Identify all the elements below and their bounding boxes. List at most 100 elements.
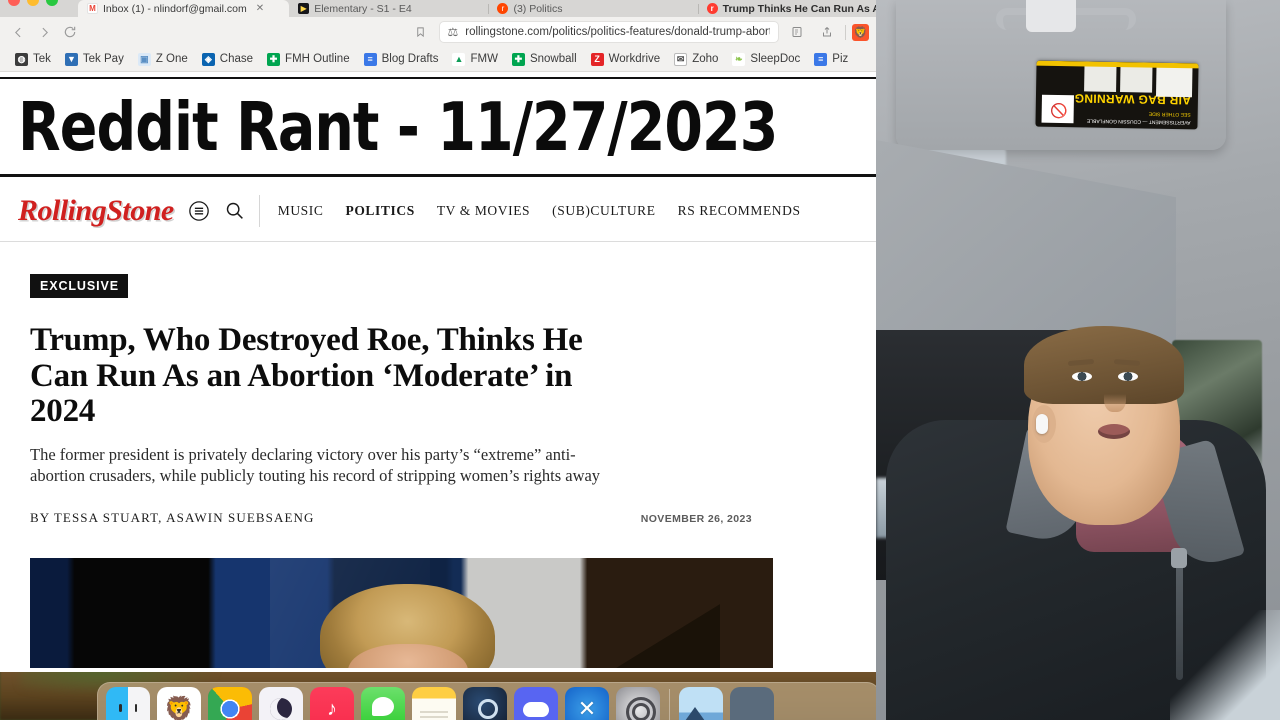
maximize-window-button[interactable] <box>46 0 58 6</box>
leaf-icon: ❧ <box>732 52 746 66</box>
dock-item-steam[interactable] <box>463 687 507 720</box>
share-icon[interactable] <box>815 20 839 44</box>
docs-icon: ≡ <box>363 52 377 66</box>
article-byline[interactable]: BY TESSA STUART, ASAWIN SUEBSAENG <box>30 510 315 526</box>
chase-icon: ◈ <box>201 52 215 66</box>
macos-dock: 🦁 ♪ <box>97 682 880 720</box>
bookmark-item-fmh-outline[interactable]: ✚ FMH Outline <box>260 52 357 66</box>
browser-tab-elementary[interactable]: ▶ Elementary - S1 - E4 <box>289 0 488 17</box>
bookmark-item-tek[interactable]: ◍ Tek <box>8 52 58 66</box>
video-title-overlay: Reddit Rant - 11/27/2023 <box>0 77 877 177</box>
bookmark-label: Chase <box>219 53 254 65</box>
nav-item-subculture[interactable]: (SUB)CULTURE <box>552 203 655 219</box>
dock-item-music[interactable]: ♪ <box>310 687 354 720</box>
bookmark-item-tek-pay[interactable]: ▼ Tek Pay <box>58 52 131 66</box>
minimize-window-button[interactable] <box>27 0 39 6</box>
nav-item-music[interactable]: MUSIC <box>278 203 324 219</box>
dock-item-arc[interactable] <box>259 687 303 720</box>
shield-icon: ▼ <box>64 52 78 66</box>
tab-strip: M Inbox (1) - nlindorf@gmail.com ✕ ▶ Ele… <box>0 0 877 17</box>
browser-tab-politics[interactable]: r (3) Politics <box>488 0 697 17</box>
screen-root: M Inbox (1) - nlindorf@gmail.com ✕ ▶ Ele… <box>0 0 1280 720</box>
gmail-icon: M <box>87 3 98 14</box>
bookmark-label: FMW <box>470 53 498 65</box>
drive-icon: ▲ <box>452 52 466 66</box>
visor-clip <box>1026 0 1076 32</box>
plus-icon: ✚ <box>267 52 281 66</box>
dock-item-photos[interactable] <box>679 687 723 720</box>
bookmark-item-piz[interactable]: ≡ Piz <box>807 52 855 66</box>
bookmark-item-z-one[interactable]: ▣ Z One <box>131 52 195 66</box>
close-window-button[interactable] <box>8 0 20 6</box>
plus-icon: ✚ <box>511 52 525 66</box>
browser-tab-gmail[interactable]: M Inbox (1) - nlindorf@gmail.com ✕ <box>78 0 290 17</box>
bookmark-label: Tek Pay <box>82 53 124 65</box>
docs-icon: ≡ <box>814 52 828 66</box>
reddit-icon: r <box>497 3 509 14</box>
bookmark-item-sleepdoc[interactable]: ❧ SleepDoc <box>725 52 807 66</box>
person-jacket-zipper-pull <box>1171 548 1187 568</box>
bookmark-icon[interactable] <box>409 20 433 44</box>
dock-item-messages[interactable] <box>361 687 405 720</box>
warning-stripe <box>1036 60 1199 69</box>
reddit-icon: r <box>706 3 718 14</box>
dock-item-xcode[interactable] <box>565 687 609 720</box>
address-bar[interactable]: ⚖ rollingstone.com/politics/politics-fea… <box>438 21 779 43</box>
person-eye-right <box>1118 372 1138 381</box>
rolling-stone-logo[interactable]: RollingStone <box>18 194 174 228</box>
airpod-icon <box>1036 414 1048 434</box>
bookmark-item-workdrive[interactable]: Z Workdrive <box>584 52 668 66</box>
reader-icon[interactable] <box>785 20 809 44</box>
search-icon[interactable] <box>224 200 245 221</box>
car-sun-visor: AVERTISSEMENT — COUSSIN GONFLABLE SEE OT… <box>896 0 1226 150</box>
forward-arrow-icon[interactable] <box>32 20 56 44</box>
bookmark-item-blog-drafts[interactable]: ≡ Blog Drafts <box>357 52 446 66</box>
mail-icon: ✉ <box>674 52 688 66</box>
nav-item-politics[interactable]: POLITICS <box>345 203 414 219</box>
bookmark-item-snowball[interactable]: ✚ Snowball <box>505 52 584 66</box>
dock-item-finder[interactable] <box>106 687 150 720</box>
toolbar-divider <box>845 24 846 40</box>
dock-item-chrome[interactable] <box>208 687 252 720</box>
webcam-overlay: AVERTISSEMENT — COUSSIN GONFLABLE SEE OT… <box>876 0 1280 720</box>
bookmark-item-chase[interactable]: ◈ Chase <box>195 52 260 66</box>
bookmark-item-fmw[interactable]: ▲ FMW <box>445 52 504 66</box>
article-date: NOVEMBER 26, 2023 <box>640 513 752 526</box>
warning-label-subtitle: SEE OTHER SIDE <box>1148 110 1191 118</box>
site-header: RollingStone MUSIC POLITICS TV & MOVIES … <box>0 180 877 242</box>
window-glare <box>1170 610 1280 720</box>
bookmark-label: SleepDoc <box>750 53 801 65</box>
window-traffic-lights[interactable] <box>8 0 58 6</box>
show-icon: ▶ <box>298 3 310 14</box>
reload-arrow-icon[interactable] <box>58 20 82 44</box>
dock-item-settings[interactable] <box>616 687 660 720</box>
article-hero-image <box>30 558 773 669</box>
bookmarks-bar: ◍ Tek ▼ Tek Pay ▣ Z One ◈ Chase ✚ FMH Ou… <box>0 47 877 72</box>
globe-icon: ◍ <box>15 52 28 66</box>
back-arrow-icon[interactable] <box>6 20 30 44</box>
article-dek: The former president is privately declar… <box>30 444 601 485</box>
video-title-text: Reddit Rant - 11/27/2023 <box>18 87 778 166</box>
brave-shield-icon[interactable]: 🦁 <box>852 23 869 41</box>
tab-title: Inbox (1) - nlindorf@gmail.com <box>103 2 247 15</box>
dock-item-recent-app[interactable] <box>730 687 774 720</box>
toolbar-right-actions: 🦁 <box>785 20 871 44</box>
nav-item-tv-movies[interactable]: TV & MOVIES <box>437 203 530 219</box>
hamburger-circle-icon[interactable] <box>188 200 210 222</box>
article-body: EXCLUSIVE Trump, Who Destroyed Roe, Thin… <box>0 242 877 526</box>
browser-tab-trump-article[interactable]: r Trump Thinks He Can Run As An <box>697 0 877 17</box>
bookmark-label: Snowball <box>529 53 577 65</box>
nav-item-rs-recommends[interactable]: RS RECOMMENDS <box>678 203 801 219</box>
address-bar-url: rollingstone.com/politics/politics-featu… <box>465 26 770 38</box>
bookmark-label: Workdrive <box>608 53 661 65</box>
dock-item-notes[interactable] <box>412 687 456 720</box>
close-tab-button[interactable]: ✕ <box>256 3 264 14</box>
zoho-z-icon: Z <box>590 52 604 66</box>
hero-background-shape <box>590 604 720 669</box>
warning-label-french: AVERTISSEMENT — COUSSIN GONFLABLE <box>1086 117 1191 126</box>
bookmark-label: Tek <box>33 53 51 65</box>
dock-item-discord[interactable] <box>514 687 558 720</box>
bookmark-item-zoho[interactable]: ✉ Zoho <box>667 52 725 66</box>
site-settings-icon[interactable]: ⚖ <box>448 26 459 38</box>
dock-item-brave[interactable]: 🦁 <box>157 687 201 720</box>
